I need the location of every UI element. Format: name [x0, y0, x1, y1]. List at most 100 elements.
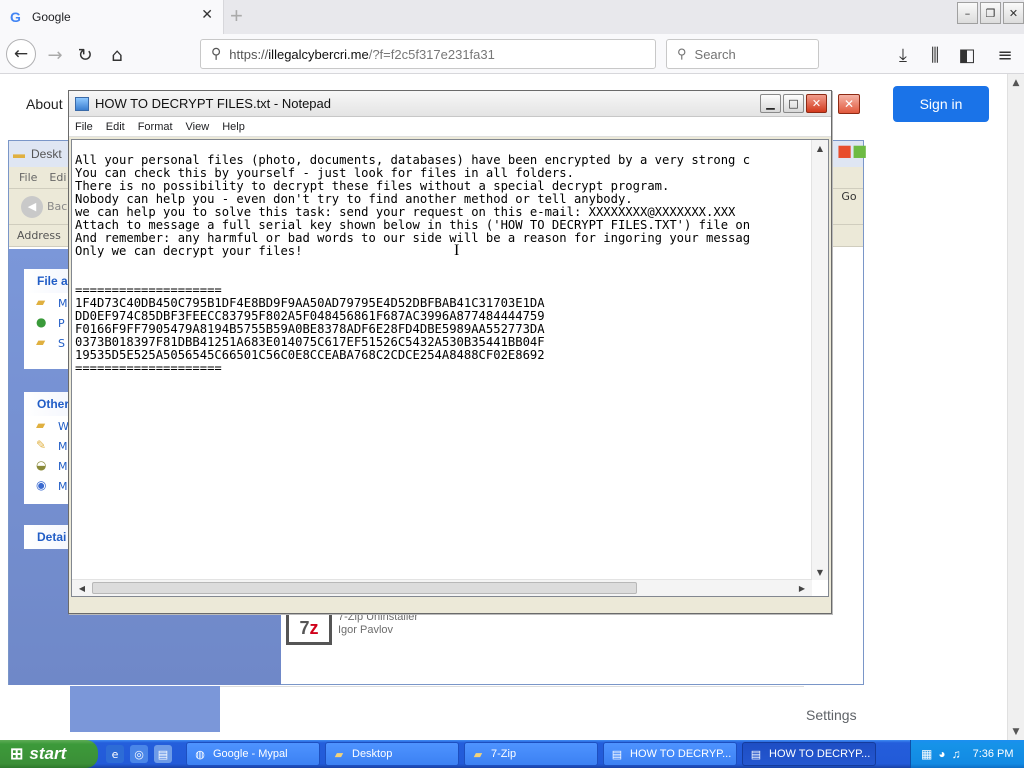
google-favicon-icon: G	[10, 9, 21, 25]
seven-zip-uninstaller-item[interactable]: 7z 7-Zip Uninstaller Igor Pavlov	[286, 611, 418, 645]
tab-close-icon[interactable]: ✕	[201, 7, 213, 23]
scroll-up-icon[interactable]: ▲	[812, 140, 828, 156]
notepad-window: HOW TO DECRYPT FILES.txt - Notepad ▁ □ ✕…	[68, 90, 832, 614]
back-icon[interactable]: ◀	[21, 195, 43, 218]
url-text: https://illegalcybercri.me/?f=f2c5f317e2…	[229, 46, 495, 62]
menu-edit[interactable]: Edi	[49, 171, 66, 184]
start-label: start	[29, 744, 67, 763]
task-desktop[interactable]: ▰ Desktop	[325, 742, 459, 766]
browser-tab-strip: G Google ✕ + – ❐ ✕	[0, 0, 1024, 34]
folder-icon: ▰	[334, 748, 344, 761]
search-placeholder: Search	[694, 46, 736, 62]
scroll-up-icon[interactable]: ▲	[1008, 74, 1024, 91]
notepad-horizontal-scrollbar[interactable]: ◀ ▶	[72, 579, 812, 596]
volume-icon[interactable]: ♫	[952, 747, 961, 761]
downloads-icon[interactable]: ⤓	[890, 42, 916, 68]
menu-view[interactable]: View	[186, 121, 210, 133]
seven-zip-icon: 7z	[286, 611, 332, 645]
browser-icon: ◍	[195, 748, 205, 761]
task-google-mypal[interactable]: ◍ Google - Mypal	[186, 742, 320, 766]
menu-icon[interactable]: ≡	[992, 42, 1018, 68]
close-button[interactable]: ✕	[806, 94, 827, 113]
windows-flag-icon: ⊞	[10, 746, 24, 763]
start-button[interactable]: ⊞ start	[0, 740, 98, 768]
globe-icon: ●	[36, 315, 47, 329]
search-box[interactable]: ⚲ Search	[666, 39, 819, 69]
computer-icon: ◒	[36, 458, 47, 472]
home-button[interactable]: ⌂	[104, 42, 130, 68]
network-icon[interactable]: ▦	[921, 747, 932, 761]
show-desktop-icon[interactable]: ▤	[154, 745, 172, 763]
close-button[interactable]: ✕	[1003, 2, 1024, 24]
back-button[interactable]: ←	[6, 39, 36, 69]
menu-help[interactable]: Help	[222, 121, 245, 133]
back-label[interactable]: Bac	[47, 200, 67, 213]
browser-navbar: ← → ↻ ⌂ ⚲ https://illegalcybercri.me/?f=…	[0, 34, 1024, 74]
search-icon: ⚲	[677, 46, 687, 61]
notepad-titlebar[interactable]: HOW TO DECRYPT FILES.txt - Notepad ▁ □ ✕	[69, 91, 831, 117]
sign-in-button[interactable]: Sign in	[893, 86, 989, 122]
task-notepad-1[interactable]: ▤ HOW TO DECRYP...	[603, 742, 737, 766]
windows-logo-icon: ■■	[837, 141, 868, 160]
restore-button[interactable]: ❐	[980, 2, 1001, 24]
antivirus-icon[interactable]: ◕	[938, 747, 945, 761]
task-7zip[interactable]: ▰ 7-Zip	[464, 742, 598, 766]
notepad-text-area[interactable]: All your personal files (photo, document…	[71, 139, 829, 597]
folder-icon: ▬	[13, 147, 25, 161]
search-icon: ⚲	[211, 46, 222, 62]
scroll-down-icon[interactable]: ▼	[812, 564, 828, 580]
explorer-lower-content	[220, 686, 804, 732]
library-icon[interactable]: ⫼	[922, 42, 948, 68]
documents-icon: ✎	[36, 438, 47, 452]
folder-icon: ▰	[36, 295, 46, 309]
taskbar: ⊞ start e ◎ ▤ ◍ Google - Mypal ▰ Desktop ▰…	[0, 740, 1024, 768]
scroll-right-icon[interactable]: ▶	[794, 580, 810, 596]
forward-button[interactable]: →	[42, 42, 68, 68]
ransom-note-text[interactable]: All your personal files (photo, document…	[75, 141, 811, 579]
notepad-icon	[75, 96, 89, 111]
explorer-lower-pane	[70, 686, 220, 732]
system-tray: ▦ ◕ ♫ 7:36 PM	[910, 740, 1024, 768]
menu-edit[interactable]: Edit	[106, 121, 125, 133]
sidebar-icon[interactable]: ◧	[954, 42, 980, 68]
minimize-button[interactable]: –	[957, 2, 978, 24]
task-notepad-2[interactable]: ▤ HOW TO DECRYP...	[742, 742, 876, 766]
explorer-close-button[interactable]: ✕	[838, 94, 860, 114]
text-line	[75, 258, 811, 271]
scroll-left-icon[interactable]: ◀	[74, 580, 90, 596]
folder-icon: ▰	[36, 418, 46, 432]
about-link[interactable]: About	[26, 96, 63, 112]
tab-title: Google	[32, 10, 71, 24]
tab-google[interactable]: G Google ✕	[0, 0, 224, 34]
new-tab-button[interactable]: +	[230, 3, 243, 29]
reload-button[interactable]: ↻	[72, 42, 98, 68]
url-bar[interactable]: ⚲ https://illegalcybercri.me/?f=f2c5f317…	[200, 39, 656, 69]
text-line: Only we can decrypt your files!	[75, 244, 303, 258]
menu-file[interactable]: File	[19, 171, 37, 184]
minimize-button[interactable]: ▁	[760, 94, 781, 113]
menu-format[interactable]: Format	[138, 121, 173, 133]
notepad-icon: ▤	[750, 748, 762, 761]
network-icon: ◉	[36, 478, 47, 492]
notepad-vertical-scrollbar[interactable]: ▲ ▼	[811, 140, 828, 580]
notepad-menubar: File Edit Format View Help	[69, 117, 831, 137]
internet-explorer-icon[interactable]: e	[106, 745, 124, 763]
go-button[interactable]: Go	[835, 185, 863, 207]
browser-quicklaunch-icon[interactable]: ◎	[130, 745, 148, 763]
page-scrollbar[interactable]: ▲ ▼	[1007, 74, 1024, 740]
seven-zip-label: 7-Zip Uninstaller Igor Pavlov	[338, 611, 419, 636]
scroll-down-icon[interactable]: ▼	[1008, 723, 1024, 740]
horizontal-scroll-thumb[interactable]	[92, 582, 637, 594]
quick-launch: e ◎ ▤	[106, 745, 172, 763]
settings-link[interactable]: Settings	[806, 707, 857, 723]
folder-icon: ▰	[473, 748, 483, 761]
notepad-title: HOW TO DECRYPT FILES.txt - Notepad	[95, 96, 331, 111]
notepad-icon: ▤	[611, 748, 623, 761]
address-label: Address	[17, 229, 61, 242]
clock[interactable]: 7:36 PM	[973, 748, 1014, 760]
maximize-button[interactable]: □	[783, 94, 804, 113]
notepad-window-controls: ▁ □ ✕	[760, 94, 827, 113]
explorer-title: Deskt	[31, 147, 62, 161]
menu-file[interactable]: File	[75, 121, 93, 133]
text-line: ====================	[75, 361, 222, 375]
